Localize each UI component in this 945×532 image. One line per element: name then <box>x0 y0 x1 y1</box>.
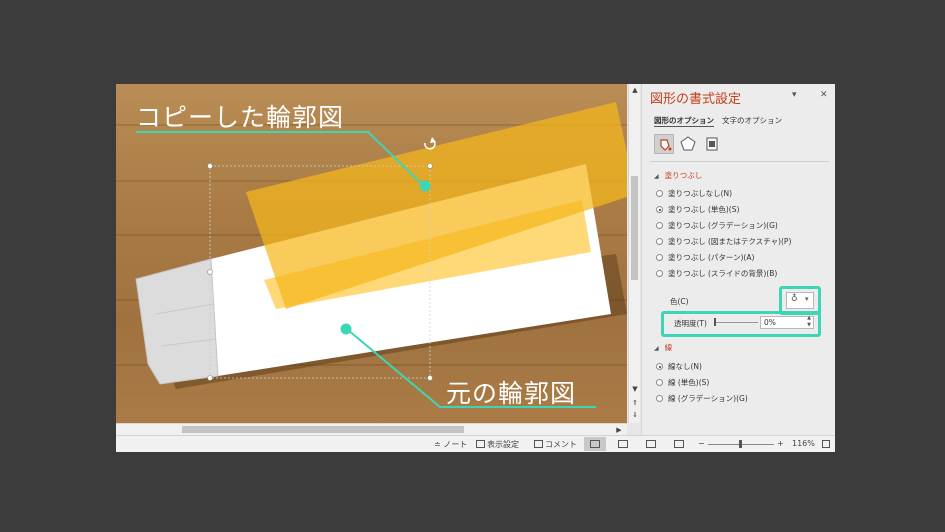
selection-handle[interactable] <box>427 375 433 381</box>
collapse-triangle-icon: ◢ <box>654 173 659 180</box>
scroll-down-icon[interactable]: ▼ <box>630 384 640 394</box>
size-properties-icon[interactable] <box>702 134 722 154</box>
radio-selected-icon <box>656 363 663 370</box>
spinner-arrows-icon[interactable]: ▲ ▼ <box>807 315 811 329</box>
pane-divider <box>650 161 829 162</box>
tab-text-options[interactable]: 文字のオプション <box>722 115 782 126</box>
line-option-label: 線 (単色)(S) <box>668 378 710 387</box>
comments-button[interactable]: コメント <box>534 439 577 450</box>
fill-option-picture[interactable]: 塗りつぶし (図またはテクスチャ)(P) <box>656 236 791 248</box>
slideshow-button[interactable] <box>668 437 690 451</box>
fill-option-gradient[interactable]: 塗りつぶし (グラデーション)(G) <box>656 220 778 232</box>
pane-title: 図形の書式設定 <box>650 92 742 107</box>
effects-pentagon-icon[interactable] <box>678 134 698 154</box>
comments-label: コメント <box>545 440 577 449</box>
transparency-input[interactable]: 0% ▲ ▼ <box>760 315 814 329</box>
display-settings-icon <box>476 440 485 448</box>
radio-icon <box>656 238 663 245</box>
radio-icon <box>656 395 663 402</box>
comment-icon <box>534 440 543 448</box>
fit-to-window-icon[interactable] <box>822 440 830 448</box>
line-option-gradient[interactable]: 線 (グラデーション)(G) <box>656 393 748 405</box>
tab-shape-options[interactable]: 図形のオプション <box>654 115 714 126</box>
transparency-label: 透明度(T) <box>674 319 707 328</box>
slide-sorter-icon <box>618 440 628 448</box>
selection-handle[interactable] <box>427 163 433 169</box>
notes-button[interactable]: ≐ ノート <box>434 439 467 450</box>
slideshow-icon <box>674 440 684 448</box>
color-label: 色(C) <box>670 297 689 306</box>
horizontal-scroll-thumb[interactable] <box>182 426 464 433</box>
tube-cap <box>135 258 219 385</box>
line-section-title: 線 <box>664 343 673 352</box>
fill-option-label: 塗りつぶし (パターン)(A) <box>668 253 755 262</box>
horizontal-scrollbar[interactable]: ▶ <box>116 423 627 435</box>
line-option-none[interactable]: 線なし(N) <box>656 361 702 373</box>
original-callout-dot <box>340 323 352 335</box>
fill-option-label: 塗りつぶしなし(N) <box>668 189 733 198</box>
powerpoint-window: コピーした輪郭図 元の輪郭図 ▲ ▼ ⇑ ⇓ ▶ ≐ ノート 表示設定 コメント… <box>116 84 835 452</box>
transparency-slider-thumb[interactable] <box>714 318 716 326</box>
transparency-value: 0% <box>764 318 776 327</box>
normal-view-icon <box>590 440 600 448</box>
fill-line-icon[interactable] <box>654 134 674 154</box>
zoom-level[interactable]: 116% <box>792 439 815 448</box>
fill-option-none[interactable]: 塗りつぶしなし(N) <box>656 188 732 200</box>
scroll-up-icon[interactable]: ▲ <box>630 85 640 95</box>
line-section-header[interactable]: ◢ 線 <box>654 342 672 353</box>
fill-option-label: 塗りつぶし (単色)(S) <box>668 205 740 214</box>
copy-callout-dot <box>419 180 431 192</box>
pane-options-icon[interactable]: ▾ <box>792 90 797 100</box>
fill-option-label: 塗りつぶし (グラデーション)(G) <box>668 221 778 230</box>
line-option-solid[interactable]: 線 (単色)(S) <box>656 377 709 389</box>
status-bar: ≐ ノート 表示設定 コメント − + 116% <box>116 435 835 452</box>
previous-slide-icon[interactable]: ⇑ <box>630 398 640 408</box>
display-settings-button[interactable]: 表示設定 <box>476 439 519 450</box>
fill-section-title: 塗りつぶし <box>664 171 703 180</box>
vertical-scroll-thumb[interactable] <box>631 176 638 280</box>
slide-graphics <box>135 102 627 408</box>
line-option-label: 線なし(N) <box>668 362 702 371</box>
pane-close-icon[interactable]: ✕ <box>820 90 828 100</box>
fill-option-slide-background[interactable]: 塗りつぶし (スライドの背景)(B) <box>656 268 777 280</box>
transparency-slider[interactable] <box>714 322 758 323</box>
selection-handle[interactable] <box>207 163 213 169</box>
display-settings-label: 表示設定 <box>487 440 519 449</box>
radio-icon <box>656 190 663 197</box>
fill-option-solid[interactable]: 塗りつぶし (単色)(S) <box>656 204 739 216</box>
selection-handle[interactable] <box>207 375 213 381</box>
notes-label: ノート <box>443 440 468 449</box>
vertical-scrollbar[interactable]: ▲ ▼ ⇑ ⇓ <box>628 84 640 423</box>
fill-option-label: 塗りつぶし (スライドの背景)(B) <box>668 269 778 278</box>
next-slide-icon[interactable]: ⇓ <box>630 410 640 420</box>
radio-icon <box>656 270 663 277</box>
active-tab-underline <box>654 126 714 127</box>
radio-icon <box>656 222 663 229</box>
zoom-out-button[interactable]: − <box>698 439 705 448</box>
original-callout-label: 元の輪郭図 <box>446 379 577 408</box>
scroll-right-icon[interactable]: ▶ <box>614 425 624 435</box>
chevron-down-icon: ▾ <box>805 295 809 303</box>
paint-bucket-icon: ♁ <box>791 294 798 304</box>
selection-handle[interactable] <box>207 269 213 275</box>
zoom-in-button[interactable]: + <box>777 439 784 448</box>
collapse-triangle-icon: ◢ <box>654 345 659 352</box>
reading-view-button[interactable] <box>640 437 662 451</box>
fill-section-header[interactable]: ◢ 塗りつぶし <box>654 170 702 181</box>
fill-option-pattern[interactable]: 塗りつぶし (パターン)(A) <box>656 252 754 264</box>
radio-selected-icon <box>656 206 663 213</box>
format-shape-pane: 図形の書式設定 ▾ ✕ 図形のオプション 文字のオプション ◢ 塗りつぶし 塗りつ… <box>641 84 835 435</box>
zoom-slider-thumb[interactable] <box>739 440 742 448</box>
slide-sorter-button[interactable] <box>612 437 634 451</box>
radio-icon <box>656 254 663 261</box>
normal-view-button[interactable] <box>584 437 606 451</box>
fill-color-button[interactable]: ♁ ▾ <box>786 292 814 309</box>
copy-callout-label: コピーした輪郭図 <box>136 103 345 132</box>
slide-canvas[interactable]: コピーした輪郭図 元の輪郭図 <box>116 84 627 423</box>
reading-view-icon <box>646 440 656 448</box>
radio-icon <box>656 379 663 386</box>
notes-icon: ≐ <box>434 440 441 449</box>
line-option-label: 線 (グラデーション)(G) <box>668 394 748 403</box>
fill-option-label: 塗りつぶし (図またはテクスチャ)(P) <box>668 237 792 246</box>
